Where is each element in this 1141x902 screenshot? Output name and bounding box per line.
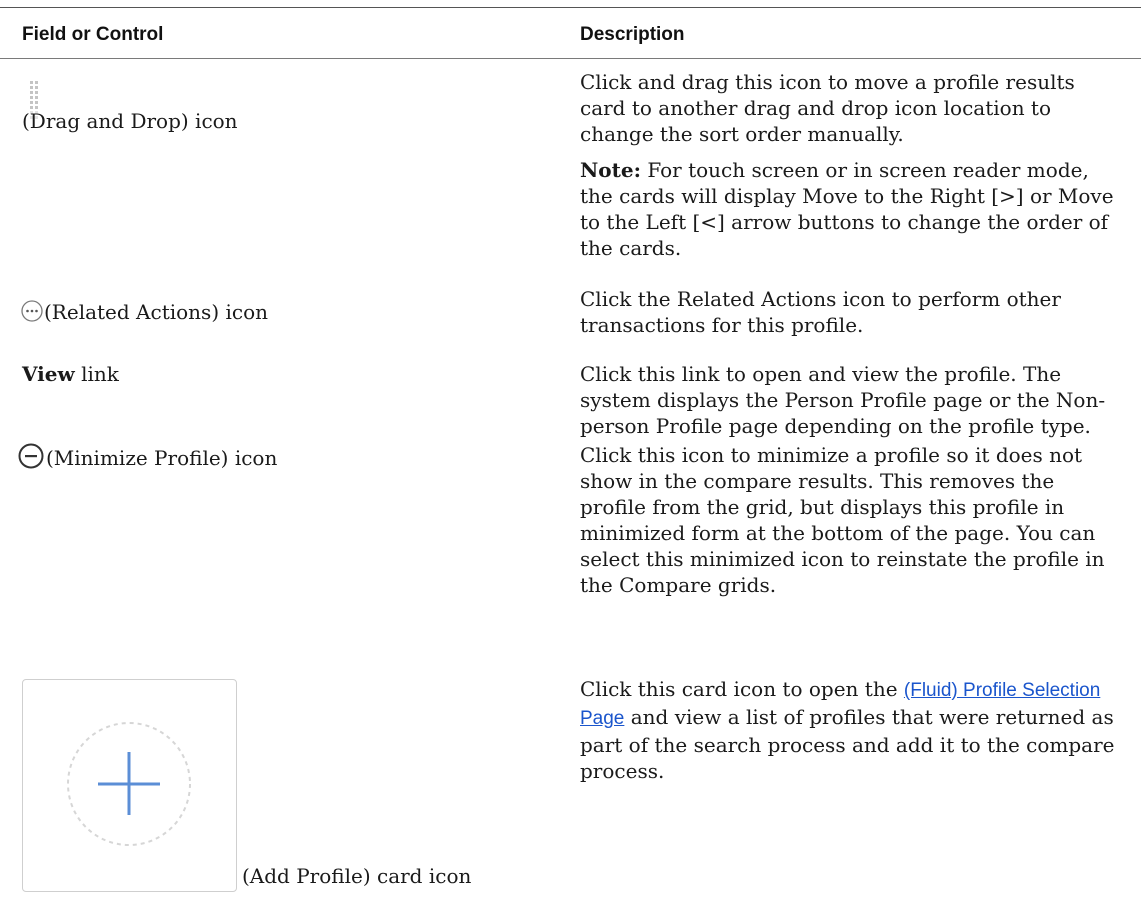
field-label-related-actions: (Related Actions) icon: [44, 300, 268, 324]
field-label-add-profile: (Add Profile) card icon: [242, 864, 472, 888]
view-label: View: [22, 362, 75, 386]
field-label-view-link: View link: [22, 361, 119, 387]
description-text: Click and drag this icon to move a profi…: [580, 70, 1075, 146]
link-word: link: [81, 362, 119, 386]
table-top-rule: [0, 7, 1141, 8]
related-actions-icon: [21, 300, 43, 322]
description-related-actions: Click the Related Actions icon to perfor…: [580, 287, 1061, 337]
description-minimize-profile: Click this icon to minimize a profile so…: [580, 443, 1105, 597]
description-view-link: Click this link to open and view the pro…: [580, 362, 1106, 438]
field-label-drag-and-drop: (Drag and Drop) icon: [22, 109, 238, 133]
column-header-field: Field or Control: [22, 24, 164, 45]
description-text-after-link: and view a list of profiles that were re…: [580, 705, 1115, 783]
minimize-profile-icon: [18, 443, 44, 469]
note-text: For touch screen or in screen reader mod…: [580, 158, 1114, 260]
column-header-description: Description: [580, 24, 685, 45]
add-profile-card-icon: [22, 679, 237, 892]
header-rule: [0, 58, 1141, 59]
description-drag-and-drop: Click and drag this icon to move a profi…: [580, 69, 1125, 261]
field-label-minimize-profile: (Minimize Profile) icon: [46, 446, 278, 470]
description-text-before-link: Click this card icon to open the: [580, 677, 898, 701]
note-paragraph: Note: For touch screen or in screen read…: [580, 157, 1125, 261]
note-label: Note:: [580, 158, 641, 182]
description-add-profile: Click this card icon to open the (Fluid)…: [580, 676, 1125, 784]
